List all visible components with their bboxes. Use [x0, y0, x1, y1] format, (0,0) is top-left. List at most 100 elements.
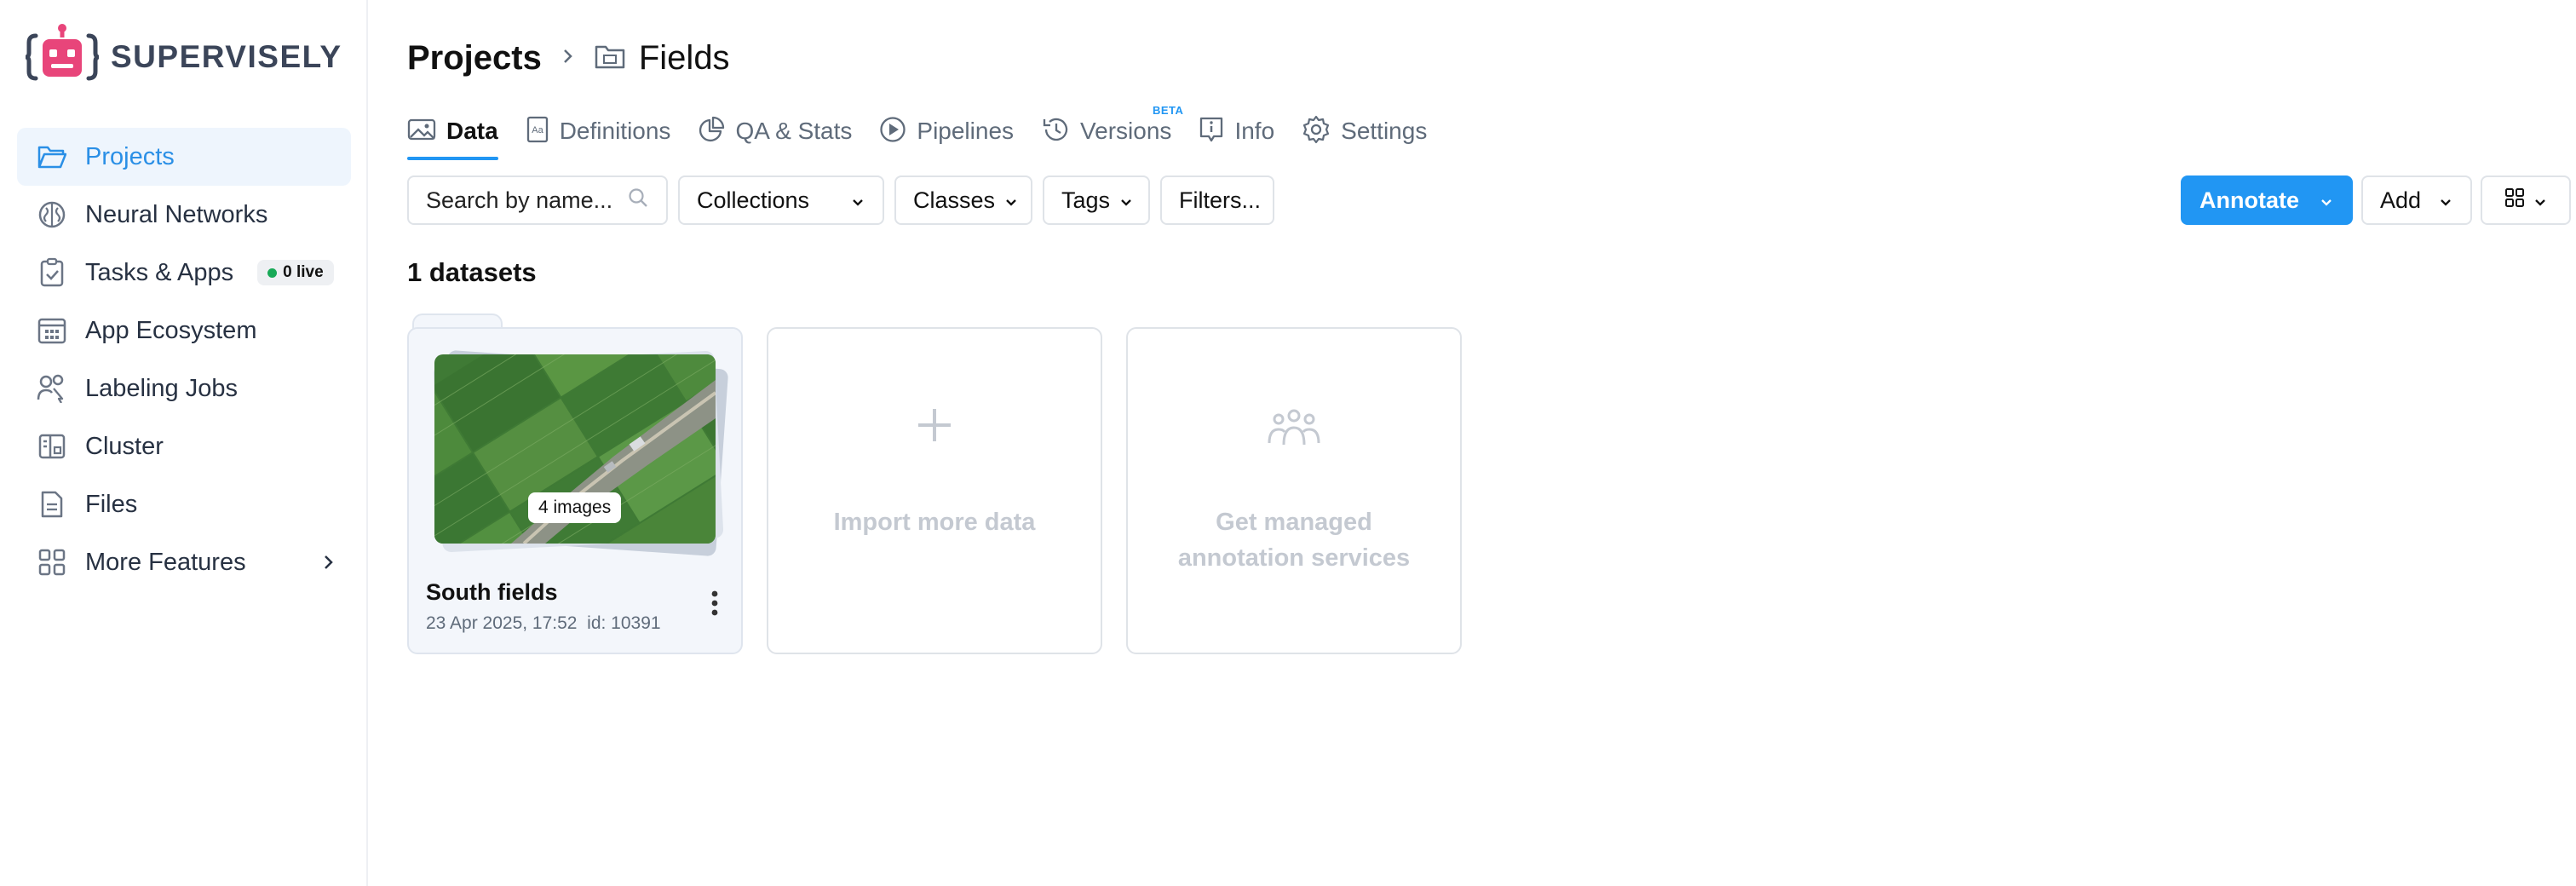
folder-open-icon — [36, 141, 68, 173]
team-users-icon — [1267, 406, 1321, 454]
logo[interactable]: SUPERVISELY — [26, 24, 342, 90]
users-cursor-icon — [36, 372, 68, 405]
clipboard-check-icon — [36, 256, 68, 289]
image-icon — [407, 118, 436, 146]
chevron-down-icon — [1118, 187, 1134, 214]
collections-dropdown[interactable]: Collections — [678, 175, 884, 225]
brain-icon — [36, 198, 68, 231]
dataset-date: 23 Apr 2025, 17:52 — [426, 613, 578, 633]
sidebar-item-label: More Features — [85, 548, 246, 576]
beta-badge: BETA — [1153, 104, 1184, 117]
dataset-thumbnail: 4 images — [433, 349, 729, 557]
dataset-name[interactable]: South fields — [426, 579, 558, 606]
image-count-badge: 4 images — [528, 492, 622, 523]
chevron-down-icon — [2533, 187, 2547, 214]
tab-label: Data — [446, 118, 498, 144]
file-icon — [36, 488, 68, 521]
tab-settings[interactable]: Settings — [1302, 109, 1427, 153]
chevron-right-icon — [561, 44, 576, 72]
chevron-down-icon — [850, 187, 865, 214]
calendar-grid-icon — [36, 314, 68, 347]
sidebar-item-label: App Ecosystem — [85, 316, 257, 344]
managed-line-2: annotation services — [1177, 544, 1411, 572]
plus-icon — [915, 406, 954, 449]
tab-label: Definitions — [559, 118, 671, 144]
sidebar-nav: Projects Neural Networks Tasks & Apps 0 … — [17, 128, 351, 591]
logo-text: SUPERVISELY — [111, 39, 342, 74]
robot-logo-icon — [26, 24, 99, 81]
chevron-down-icon — [1003, 187, 1019, 214]
sidebar-item-neural-networks[interactable]: Neural Networks — [17, 186, 351, 244]
sidebar-item-labeling-jobs[interactable]: Labeling Jobs — [17, 360, 351, 417]
live-dot-icon — [267, 268, 278, 278]
live-badge-label: 0 live — [283, 263, 324, 281]
project-tabs: Data Aa Definitions QA & Stats Pipelines… — [407, 104, 1454, 160]
classes-dropdown[interactable]: Classes — [894, 175, 1032, 225]
sidebar: SUPERVISELY Projects Neural Networks Tas… — [0, 0, 368, 886]
add-button[interactable]: Add — [2361, 175, 2472, 225]
tags-label: Tags — [1061, 187, 1111, 213]
chevron-down-icon — [2319, 187, 2334, 214]
breadcrumb: Projects Fields — [407, 34, 730, 82]
tab-pipelines[interactable]: Pipelines — [879, 109, 1014, 153]
annotate-button[interactable]: Annotate — [2181, 175, 2353, 225]
gear-icon — [1302, 115, 1331, 148]
sidebar-item-projects[interactable]: Projects — [17, 128, 351, 186]
sidebar-item-app-ecosystem[interactable]: App Ecosystem — [17, 302, 351, 360]
svg-text:Aa: Aa — [532, 125, 543, 135]
managed-annotation-card[interactable]: Get managed annotation services — [1126, 327, 1462, 654]
definitions-icon: Aa — [526, 116, 549, 147]
sidebar-item-label: Neural Networks — [85, 200, 268, 228]
tab-label: QA & Stats — [735, 118, 853, 144]
tab-label: Versions — [1080, 118, 1172, 144]
classes-label: Classes — [913, 187, 996, 213]
info-icon — [1199, 116, 1224, 147]
view-mode-button[interactable] — [2481, 175, 2571, 225]
sidebar-item-label: Projects — [85, 142, 175, 170]
grid-icon — [36, 546, 68, 578]
tab-label: Settings — [1341, 118, 1428, 144]
annotate-label: Annotate — [2199, 187, 2299, 213]
sidebar-item-cluster[interactable]: Cluster — [17, 417, 351, 475]
tab-label: Pipelines — [917, 118, 1015, 144]
toolbar: Search by name... Collections Classes Ta… — [407, 175, 2571, 225]
sidebar-item-tasks-apps[interactable]: Tasks & Apps 0 live — [17, 244, 351, 302]
import-data-card[interactable]: Import more data — [767, 327, 1102, 654]
import-data-label: Import more data — [833, 509, 1036, 536]
search-icon — [627, 187, 649, 215]
sidebar-item-files[interactable]: Files — [17, 475, 351, 533]
tab-info[interactable]: Info — [1199, 109, 1274, 153]
datasets-count: 1 datasets — [407, 257, 537, 287]
tab-qa-stats[interactable]: QA & Stats — [698, 109, 852, 153]
history-icon — [1041, 116, 1070, 147]
managed-annotation-label: Get managed annotation services — [1128, 504, 1460, 576]
chevron-right-icon — [320, 550, 337, 578]
breadcrumb-projects-link[interactable]: Projects — [407, 39, 542, 78]
sidebar-item-more-features[interactable]: More Features — [17, 533, 351, 591]
collections-label: Collections — [697, 187, 810, 213]
filters-label: Filters... — [1179, 187, 1262, 213]
sidebar-item-label: Files — [85, 490, 138, 518]
tab-data[interactable]: Data — [407, 109, 498, 160]
page-title: Fields — [638, 38, 730, 77]
main-content: Projects Fields Data Aa Definitions QA &… — [370, 0, 2576, 886]
tab-definitions[interactable]: Aa Definitions — [526, 109, 671, 153]
sidebar-item-label: Labeling Jobs — [85, 374, 238, 402]
dataset-card[interactable]: 4 images South fields 23 Apr 2025, 17:52… — [407, 327, 743, 654]
add-label: Add — [2380, 187, 2422, 213]
project-folder-icon — [595, 43, 625, 73]
pie-chart-icon — [698, 116, 725, 147]
more-vertical-icon[interactable] — [710, 590, 719, 621]
chevron-down-icon — [2438, 187, 2453, 214]
tags-dropdown[interactable]: Tags — [1043, 175, 1150, 225]
filters-button[interactable]: Filters... — [1160, 175, 1274, 225]
sidebar-item-label: Cluster — [85, 432, 164, 460]
search-input[interactable]: Search by name... — [407, 175, 668, 225]
tab-label: Info — [1234, 118, 1275, 144]
dataset-meta: 23 Apr 2025, 17:52 id: 10391 — [426, 613, 661, 634]
grid-view-icon — [2504, 187, 2525, 214]
tab-versions[interactable]: Versions BETA — [1041, 104, 1183, 153]
search-placeholder: Search by name... — [426, 187, 613, 213]
managed-line-1: Get managed — [1216, 509, 1372, 536]
server-icon — [36, 430, 68, 463]
